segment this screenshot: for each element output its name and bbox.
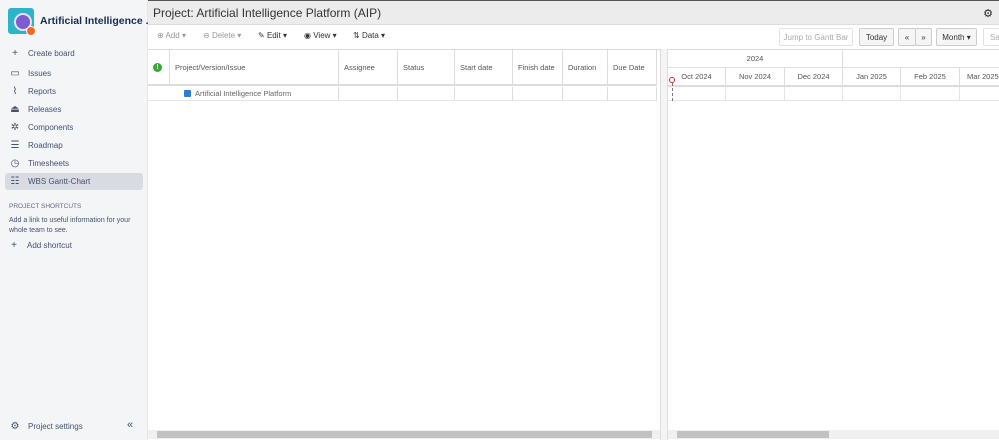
cell-assignee bbox=[339, 87, 398, 101]
gantt-cell bbox=[960, 87, 999, 101]
cell-due-date bbox=[608, 87, 657, 101]
eye-icon: ◉ bbox=[304, 31, 311, 40]
year-header: 2024 bbox=[668, 50, 843, 68]
gear-icon: ⚙ bbox=[10, 420, 20, 432]
column-header-name[interactable]: Project/Version/Issue bbox=[170, 50, 339, 86]
shortcuts-heading: PROJECT SHORTCUTS bbox=[9, 203, 82, 210]
gantt-chart: 2024 Oct 2024 Nov 2024 Dec 2024 Jan 2025… bbox=[668, 49, 999, 430]
save-button[interactable]: Save bbox=[983, 28, 999, 46]
cell-status bbox=[398, 87, 455, 101]
components-icon: ✲ bbox=[10, 121, 20, 133]
next-button[interactable]: » bbox=[915, 28, 932, 46]
jump-to-gantt-bar-button[interactable]: Jump to Gantt Bar bbox=[779, 28, 853, 46]
title-bar: Project: Artificial Intelligence Platfor… bbox=[148, 0, 999, 25]
gantt-cell bbox=[668, 87, 726, 101]
column-header-start-date[interactable]: Start date bbox=[455, 50, 513, 86]
sidebar-item-issues[interactable]: ▭ Issues bbox=[5, 65, 143, 82]
year-header-next bbox=[843, 50, 999, 68]
pane-splitter[interactable] bbox=[660, 49, 668, 440]
shortcuts-description: Add a link to useful information for you… bbox=[9, 217, 131, 234]
warning-column-header: ! bbox=[148, 50, 170, 86]
clock-icon: ◷ bbox=[10, 157, 20, 169]
main: Project: Artificial Intelligence Platfor… bbox=[148, 0, 999, 440]
project-icon bbox=[184, 90, 191, 97]
column-header-assignee[interactable]: Assignee bbox=[339, 50, 398, 86]
plus-icon: + bbox=[12, 47, 18, 59]
gantt-cell bbox=[726, 87, 785, 101]
project-type-badge bbox=[26, 26, 36, 36]
plus-circle-icon: ⊕ bbox=[157, 31, 164, 40]
month-header: Jan 2025 bbox=[843, 68, 901, 87]
cell-start-date bbox=[455, 87, 513, 101]
today-line bbox=[671, 83, 673, 101]
sidebar-item-timesheets[interactable]: ◷ Timesheets bbox=[5, 155, 143, 172]
page-title: Project: Artificial Intelligence Platfor… bbox=[153, 6, 382, 20]
cell-finish-date bbox=[513, 87, 563, 101]
wbs-grid: ! Project/Version/Issue Assignee Status … bbox=[148, 49, 660, 430]
plus-icon: + bbox=[11, 239, 17, 251]
data-menu[interactable]: ⇅ Data ▾ bbox=[353, 31, 385, 40]
add-shortcut-button[interactable]: + Add shortcut bbox=[4, 237, 142, 254]
cell-duration bbox=[563, 87, 608, 101]
month-header: Mar 2025 bbox=[960, 68, 999, 87]
sidebar-item-reports[interactable]: ⌇ Reports bbox=[5, 83, 143, 100]
gantt-icon: ☷ bbox=[10, 175, 20, 187]
gear-icon[interactable]: ⚙ bbox=[983, 7, 993, 20]
grid-horizontal-scrollbar[interactable] bbox=[148, 430, 660, 439]
scale-dropdown[interactable]: Month ▾ bbox=[936, 28, 977, 46]
month-header: Dec 2024 bbox=[785, 68, 843, 87]
prev-button[interactable]: « bbox=[898, 28, 916, 46]
sidebar-item-wbs-gantt-chart[interactable]: ☷ WBS Gantt-Chart bbox=[5, 173, 143, 190]
minus-circle-icon: ⊖ bbox=[203, 31, 210, 40]
table-row[interactable]: Artificial Intelligence Platform bbox=[148, 87, 339, 101]
sidebar: Artificial Intelligence ... + Create boar… bbox=[0, 0, 154, 440]
month-header: Nov 2024 bbox=[726, 68, 785, 87]
column-header-due-date[interactable]: Due Date bbox=[608, 50, 657, 86]
today-button[interactable]: Today bbox=[859, 28, 894, 46]
view-menu[interactable]: ◉ View ▾ bbox=[304, 31, 337, 40]
sidebar-item-roadmap[interactable]: ☰ Roadmap bbox=[5, 137, 143, 154]
sidebar-item-create-board[interactable]: + Create board bbox=[5, 45, 143, 62]
sidebar-item-components[interactable]: ✲ Components bbox=[5, 119, 143, 136]
gantt-cell bbox=[901, 87, 960, 101]
collapse-sidebar-icon[interactable]: « bbox=[127, 419, 133, 431]
column-header-status[interactable]: Status bbox=[398, 50, 455, 86]
column-header-duration[interactable]: Duration bbox=[563, 50, 608, 86]
edit-menu[interactable]: ✎ Edit ▾ bbox=[258, 31, 287, 40]
sidebar-item-releases[interactable]: ⏏ Releases bbox=[5, 101, 143, 118]
warning-icon: ! bbox=[153, 62, 162, 72]
reports-icon: ⌇ bbox=[12, 85, 18, 97]
gantt-cell bbox=[785, 87, 843, 101]
month-header: Oct 2024 bbox=[668, 68, 726, 87]
add-menu[interactable]: ⊕ Add ▾ bbox=[157, 31, 186, 40]
issues-icon: ▭ bbox=[10, 67, 20, 79]
project-settings[interactable]: ⚙ Project settings bbox=[5, 418, 115, 435]
releases-icon: ⏏ bbox=[10, 103, 20, 115]
column-header-finish-date[interactable]: Finish date bbox=[513, 50, 563, 86]
roadmap-icon: ☰ bbox=[10, 139, 20, 151]
project-name[interactable]: Artificial Intelligence ... bbox=[40, 15, 154, 27]
delete-menu[interactable]: ⊖ Delete ▾ bbox=[203, 31, 241, 40]
gantt-cell bbox=[843, 87, 901, 101]
pencil-icon: ✎ bbox=[258, 31, 265, 40]
month-header: Feb 2025 bbox=[901, 68, 960, 87]
sort-icon: ⇅ bbox=[353, 31, 360, 40]
gantt-horizontal-scrollbar[interactable] bbox=[668, 430, 999, 439]
